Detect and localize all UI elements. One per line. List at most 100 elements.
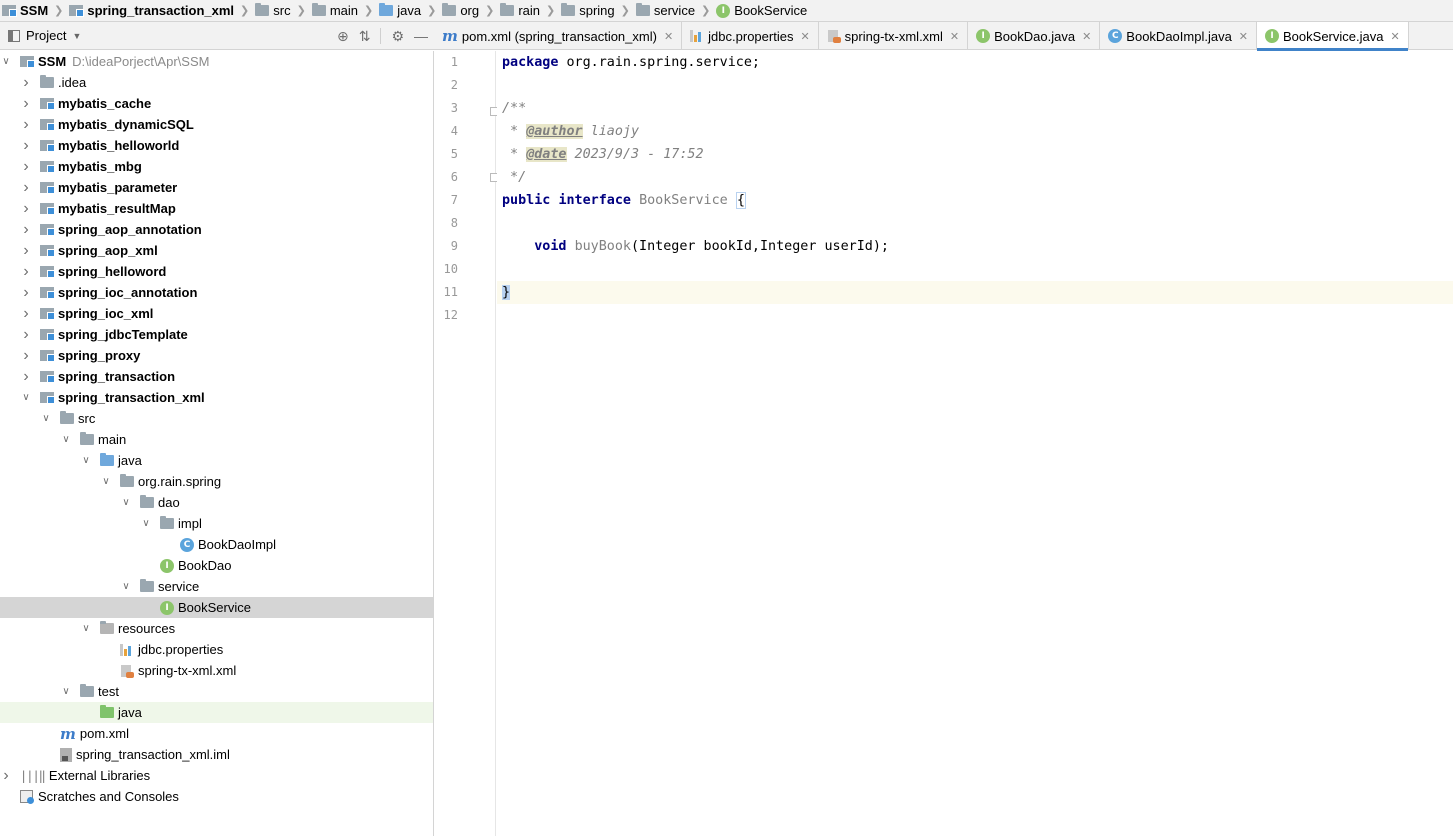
chevron-down-icon[interactable]: ∨ <box>100 476 112 487</box>
code-line-9[interactable]: void buyBook(Integer bookId,Integer user… <box>497 235 1453 258</box>
breadcrumb-item[interactable]: org <box>440 0 481 21</box>
breadcrumb-item[interactable]: spring_transaction_xml <box>67 0 236 21</box>
tree-node[interactable]: ∨ dao <box>0 492 433 513</box>
tree-node[interactable]: I BookService <box>0 597 433 618</box>
tree-node[interactable]: jdbc.properties <box>0 639 433 660</box>
breadcrumb-item[interactable]: src <box>253 0 292 21</box>
code-line-11[interactable]: } <box>497 281 1453 304</box>
tree-node[interactable]: ∨ main <box>0 429 433 450</box>
tree-node[interactable]: ∨ src <box>0 408 433 429</box>
tree-node[interactable]: › spring_aop_xml <box>0 240 433 261</box>
close-icon[interactable]: ✕ <box>800 30 809 43</box>
chevron-down-icon[interactable]: ∨ <box>40 413 52 424</box>
hide-icon[interactable]: — <box>414 28 428 44</box>
editor-tab[interactable]: I BookDao.java ✕ <box>968 22 1101 50</box>
chevron-down-icon[interactable]: ∨ <box>60 434 72 445</box>
code-line-8[interactable] <box>497 212 1453 235</box>
code-line-5[interactable]: * @date 2023/9/3 - 17:52 <box>497 143 1453 166</box>
chevron-right-icon[interactable]: › <box>20 305 32 323</box>
editor-tab[interactable]: C BookDaoImpl.java ✕ <box>1100 22 1258 50</box>
chevron-right-icon[interactable]: › <box>20 221 32 239</box>
chevron-down-icon[interactable]: ∨ <box>60 686 72 697</box>
tree-node[interactable]: java <box>0 702 433 723</box>
code-line-3[interactable]: /** <box>497 97 1453 120</box>
tree-node[interactable]: › mybatis_cache <box>0 93 433 114</box>
chevron-right-icon[interactable]: › <box>20 242 32 260</box>
tree-node[interactable]: ∨ SSM D:\ideaPorject\Apr\SSM <box>0 51 433 72</box>
breadcrumb-item[interactable]: rain <box>498 0 542 21</box>
chevron-right-icon[interactable]: › <box>20 263 32 281</box>
chevron-right-icon[interactable]: › <box>20 116 32 134</box>
breadcrumb-item[interactable]: main <box>310 0 360 21</box>
tree-node[interactable]: ∨ org.rain.spring <box>0 471 433 492</box>
breadcrumb-item[interactable]: java <box>377 0 423 21</box>
collapse-all-icon[interactable]: ⇅ <box>359 28 371 45</box>
code-line-2[interactable] <box>497 74 1453 97</box>
tree-node[interactable]: C BookDaoImpl <box>0 534 433 555</box>
chevron-down-icon[interactable]: ∨ <box>80 455 92 466</box>
gear-icon[interactable]: ⚙ <box>391 28 404 45</box>
tree-node[interactable]: › mybatis_mbg <box>0 156 433 177</box>
code-editor[interactable]: package org.rain.spring.service; /** * @… <box>497 51 1453 836</box>
close-icon[interactable]: ✕ <box>1390 30 1399 43</box>
chevron-right-icon[interactable]: › <box>20 137 32 155</box>
tree-node[interactable]: ∨ impl <box>0 513 433 534</box>
chevron-right-icon[interactable]: › <box>20 158 32 176</box>
chevron-right-icon[interactable]: › <box>20 200 32 218</box>
close-icon[interactable]: ✕ <box>950 30 959 43</box>
tree-node[interactable]: Scratches and Consoles <box>0 786 433 807</box>
chevron-down-icon[interactable]: ∨ <box>120 581 132 592</box>
tree-node[interactable]: ∨ spring_transaction_xml <box>0 387 433 408</box>
tree-node[interactable]: ∨ java <box>0 450 433 471</box>
chevron-down-icon[interactable]: ∨ <box>0 56 12 67</box>
chevron-right-icon[interactable]: › <box>0 767 12 785</box>
tree-node[interactable]: spring-tx-xml.xml <box>0 660 433 681</box>
breadcrumb-item[interactable]: I BookService <box>714 0 809 21</box>
tree-node[interactable]: › spring_helloword <box>0 261 433 282</box>
chevron-right-icon[interactable]: › <box>20 284 32 302</box>
editor-tab[interactable]: spring-tx-xml.xml ✕ <box>819 22 969 50</box>
chevron-down-icon[interactable]: ∨ <box>120 497 132 508</box>
chevron-down-icon[interactable]: ▼ <box>72 31 81 41</box>
chevron-right-icon[interactable]: › <box>20 368 32 386</box>
close-icon[interactable]: ✕ <box>1239 30 1248 43</box>
code-line-4[interactable]: * @author liaojy <box>497 120 1453 143</box>
breadcrumb-item[interactable]: spring <box>559 0 616 21</box>
tree-node[interactable]: › spring_ioc_xml <box>0 303 433 324</box>
code-line-6[interactable]: */ <box>497 166 1453 189</box>
close-icon[interactable]: ✕ <box>1082 30 1091 43</box>
tree-node[interactable]: › spring_jdbcTemplate <box>0 324 433 345</box>
breadcrumb-item[interactable]: SSM <box>0 0 50 21</box>
tree-node[interactable]: › spring_proxy <box>0 345 433 366</box>
breadcrumb-item[interactable]: service <box>634 0 697 21</box>
tree-node[interactable]: spring_transaction_xml.iml <box>0 744 433 765</box>
chevron-right-icon[interactable]: › <box>20 347 32 365</box>
code-line-12[interactable] <box>497 304 1453 327</box>
tree-node[interactable]: › spring_aop_annotation <box>0 219 433 240</box>
close-icon[interactable]: ✕ <box>664 30 673 43</box>
code-line-7[interactable]: public interface BookService { <box>497 189 1453 212</box>
tree-node[interactable]: › mybatis_resultMap <box>0 198 433 219</box>
tree-node[interactable]: ∨ resources <box>0 618 433 639</box>
chevron-down-icon[interactable]: ∨ <box>20 392 32 403</box>
chevron-down-icon[interactable]: ∨ <box>140 518 152 529</box>
project-view-title[interactable]: Project <box>26 28 66 43</box>
chevron-right-icon[interactable]: › <box>20 74 32 92</box>
editor-tab[interactable]: m pom.xml (spring_transaction_xml) ✕ <box>434 22 683 50</box>
tree-node[interactable]: ∨ service <box>0 576 433 597</box>
tree-node[interactable]: › |||‖ External Libraries <box>0 765 433 786</box>
tree-node[interactable]: › mybatis_dynamicSQL <box>0 114 433 135</box>
tree-node[interactable]: › spring_ioc_annotation <box>0 282 433 303</box>
chevron-right-icon[interactable]: › <box>20 179 32 197</box>
chevron-right-icon[interactable]: › <box>20 95 32 113</box>
editor-tab[interactable]: I BookService.java ✕ <box>1257 22 1409 51</box>
code-line-1[interactable]: package org.rain.spring.service; <box>497 51 1453 74</box>
code-line-10[interactable] <box>497 258 1453 281</box>
tree-node[interactable]: › spring_transaction <box>0 366 433 387</box>
locate-icon[interactable]: ⊕ <box>337 28 349 45</box>
tree-node[interactable]: › mybatis_parameter <box>0 177 433 198</box>
editor-tab[interactable]: jdbc.properties ✕ <box>682 22 819 50</box>
chevron-right-icon[interactable]: › <box>20 326 32 344</box>
chevron-down-icon[interactable]: ∨ <box>80 623 92 634</box>
tree-node[interactable]: ∨ test <box>0 681 433 702</box>
